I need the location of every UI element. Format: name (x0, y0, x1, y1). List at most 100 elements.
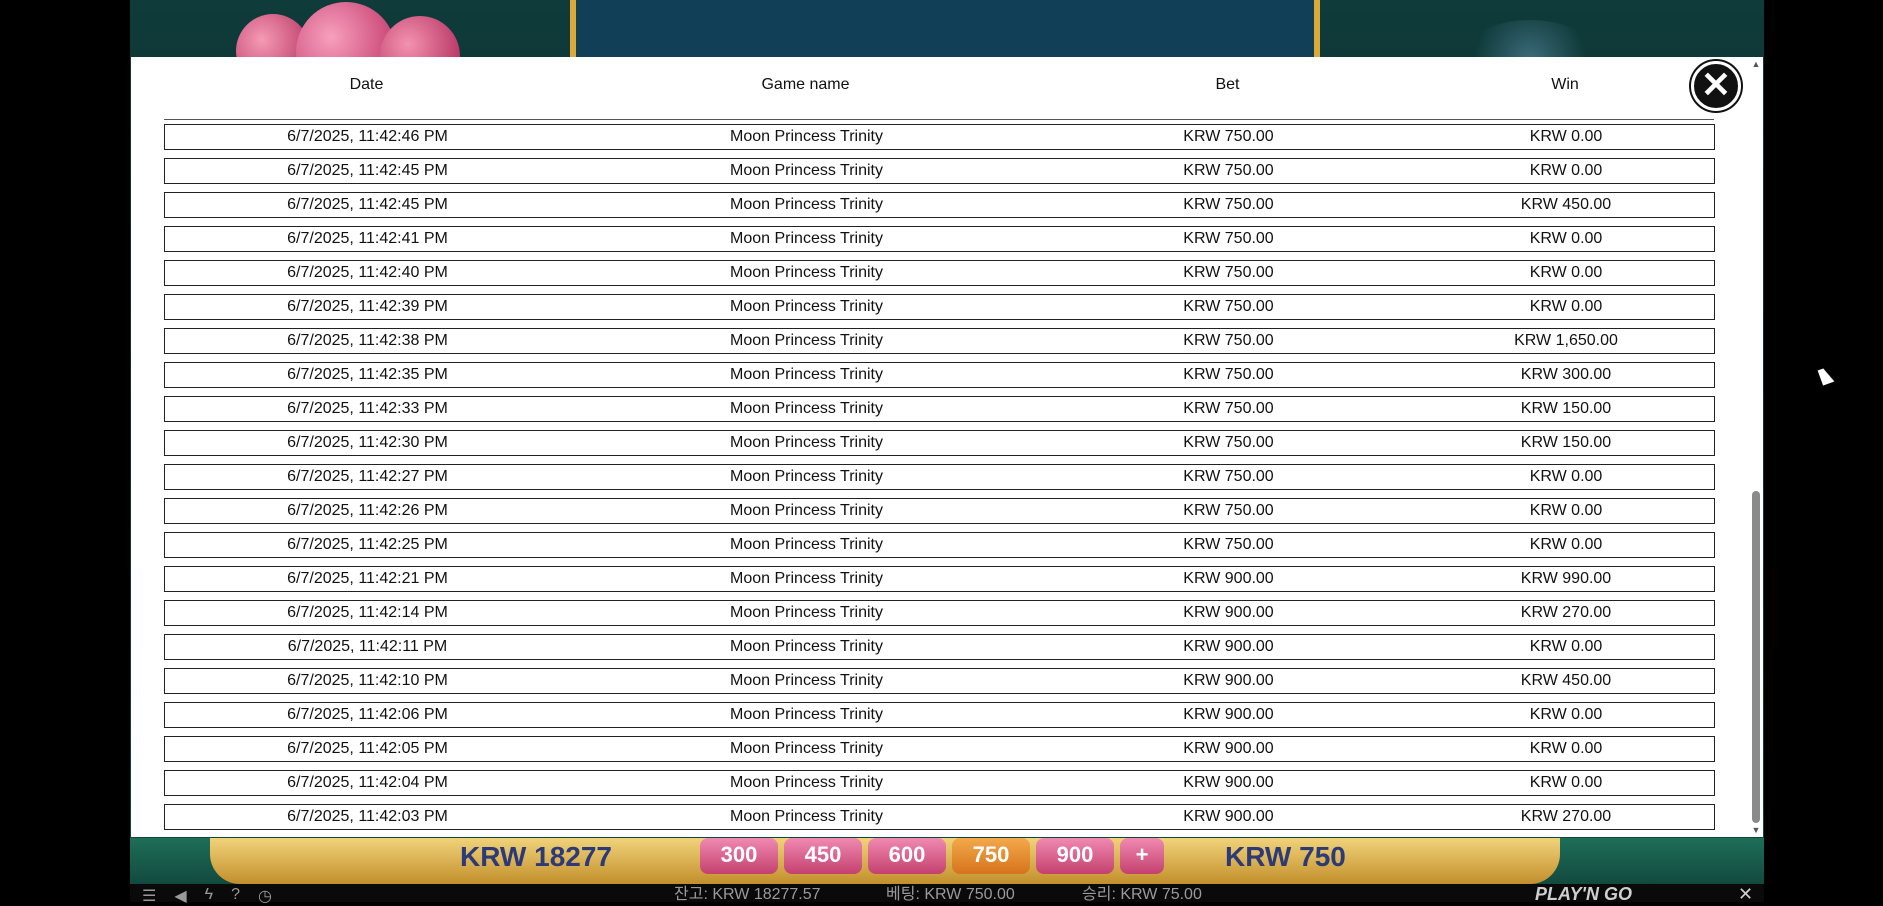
bet-chip[interactable]: 900 (1036, 838, 1114, 874)
cell-bet: KRW 750.00 (1183, 128, 1274, 145)
bet-chip[interactable]: 300 (700, 838, 778, 874)
cell-game-name: Moon Princess Trinity (730, 570, 883, 587)
cell-bet: KRW 900.00 (1183, 740, 1274, 757)
cell-win: KRW 1,650.00 (1514, 332, 1618, 349)
bet-selector: 300 450 600 750 900 + (700, 838, 1164, 874)
cell-bet: KRW 900.00 (1183, 808, 1274, 825)
cell-bet: KRW 750.00 (1183, 298, 1274, 315)
cell-game-name: Moon Princess Trinity (730, 706, 883, 723)
help-icon[interactable]: ? (231, 886, 240, 906)
cell-bet: KRW 750.00 (1183, 536, 1274, 553)
table-row[interactable]: 6/7/2025, 11:42:06 PM Moon Princess Trini… (164, 702, 1715, 728)
cell-bet: KRW 750.00 (1183, 434, 1274, 451)
cell-win: KRW 0.00 (1529, 468, 1603, 485)
cell-bet: KRW 750.00 (1183, 230, 1274, 247)
cell-game-name: Moon Princess Trinity (730, 332, 883, 349)
cell-win: KRW 0.00 (1529, 162, 1603, 179)
table-row[interactable]: 6/7/2025, 11:42:10 PM Moon Princess Trini… (164, 668, 1715, 694)
table-row[interactable]: 6/7/2025, 11:42:25 PM Moon Princess Trini… (164, 532, 1715, 558)
table-row[interactable]: 6/7/2025, 11:42:04 PM Moon Princess Trini… (164, 770, 1715, 796)
table-row[interactable]: 6/7/2025, 11:42:11 PM Moon Princess Trini… (164, 634, 1715, 660)
status-bar: ☰ ◀ ϟ ? ◷ 잔고: KRW 18277.57 베팅: KRW 750.0… (130, 884, 1764, 905)
table-row[interactable]: 6/7/2025, 11:42:35 PM Moon Princess Trini… (164, 362, 1715, 388)
cell-bet: KRW 750.00 (1183, 468, 1274, 485)
bet-chip[interactable]: 750 (952, 838, 1030, 874)
turbo-icon[interactable]: ϟ (205, 886, 213, 906)
column-header-game-name[interactable]: Game name (569, 57, 1042, 113)
table-row[interactable]: 6/7/2025, 11:42:39 PM Moon Princess Trini… (164, 294, 1715, 320)
cell-game-name: Moon Princess Trinity (730, 468, 883, 485)
close-button[interactable]: ✕ (1691, 61, 1741, 111)
bet-chip[interactable]: 450 (784, 838, 862, 874)
scrollbar[interactable]: ▲ ▼ (1749, 57, 1763, 837)
cell-bet: KRW 900.00 (1183, 706, 1274, 723)
status-icons: ☰ ◀ ϟ ? ◷ (142, 886, 272, 906)
cell-date: 6/7/2025, 11:42:06 PM (287, 706, 448, 723)
table-row[interactable]: 6/7/2025, 11:42:21 PM Moon Princess Trini… (164, 566, 1715, 592)
table-row[interactable]: 6/7/2025, 11:42:45 PM Moon Princess Trini… (164, 158, 1715, 184)
cell-date: 6/7/2025, 11:42:14 PM (287, 604, 448, 621)
cell-win: KRW 0.00 (1529, 706, 1603, 723)
sound-icon[interactable]: ◀ (174, 886, 186, 906)
cell-game-name: Moon Princess Trinity (730, 162, 883, 179)
table-row[interactable]: 6/7/2025, 11:42:46 PM Moon Princess Trini… (164, 124, 1715, 150)
cell-win: KRW 0.00 (1529, 502, 1603, 519)
cell-game-name: Moon Princess Trinity (730, 536, 883, 553)
bet-chip[interactable]: 600 (868, 838, 946, 874)
cell-date: 6/7/2025, 11:42:46 PM (287, 128, 448, 145)
cell-game-name: Moon Princess Trinity (730, 638, 883, 655)
cell-game-name: Moon Princess Trinity (730, 672, 883, 689)
cell-date: 6/7/2025, 11:42:33 PM (287, 400, 448, 417)
cell-date: 6/7/2025, 11:42:45 PM (287, 196, 448, 213)
column-header-win[interactable]: Win (1413, 57, 1717, 113)
bet-display: KRW 750 (1225, 841, 1346, 872)
cell-win: KRW 150.00 (1520, 434, 1612, 451)
increase-bet-button[interactable]: + (1120, 838, 1164, 874)
cell-game-name: Moon Princess Trinity (730, 400, 883, 417)
table-row[interactable]: 6/7/2025, 11:42:26 PM Moon Princess Trini… (164, 498, 1715, 524)
table-row[interactable]: 6/7/2025, 11:42:05 PM Moon Princess Trini… (164, 736, 1715, 762)
cell-game-name: Moon Princess Trinity (730, 230, 883, 247)
cell-game-name: Moon Princess Trinity (730, 264, 883, 281)
cell-date: 6/7/2025, 11:42:10 PM (287, 672, 448, 689)
status-win: 승리: KRW 75.00 (1082, 886, 1202, 903)
cell-win: KRW 270.00 (1520, 604, 1612, 621)
cell-date: 6/7/2025, 11:42:26 PM (287, 502, 448, 519)
table-row[interactable]: 6/7/2025, 11:42:03 PM Moon Princess Trini… (164, 804, 1715, 830)
cell-win: KRW 450.00 (1520, 196, 1612, 213)
cell-date: 6/7/2025, 11:42:03 PM (287, 808, 448, 825)
table-row[interactable]: 6/7/2025, 11:42:38 PM Moon Princess Trini… (164, 328, 1715, 354)
cell-date: 6/7/2025, 11:42:35 PM (287, 366, 448, 383)
table-row[interactable]: 6/7/2025, 11:42:40 PM Moon Princess Trini… (164, 260, 1715, 286)
cell-game-name: Moon Princess Trinity (730, 298, 883, 315)
table-row[interactable]: 6/7/2025, 11:42:45 PM Moon Princess Trini… (164, 192, 1715, 218)
scroll-down-arrow-icon[interactable]: ▼ (1751, 825, 1761, 835)
cell-bet: KRW 750.00 (1183, 502, 1274, 519)
cell-bet: KRW 900.00 (1183, 570, 1274, 587)
table-row[interactable]: 6/7/2025, 11:42:33 PM Moon Princess Trini… (164, 396, 1715, 422)
cell-win: KRW 270.00 (1520, 808, 1612, 825)
column-header-bet[interactable]: Bet (1042, 57, 1413, 113)
status-bet: 베팅: KRW 750.00 (886, 886, 1015, 903)
cell-game-name: Moon Princess Trinity (730, 774, 883, 791)
menu-icon[interactable]: ☰ (142, 886, 156, 906)
table-row[interactable]: 6/7/2025, 11:42:27 PM Moon Princess Trini… (164, 464, 1715, 490)
cell-bet: KRW 900.00 (1183, 672, 1274, 689)
scroll-up-arrow-icon[interactable]: ▲ (1751, 59, 1761, 69)
column-header-date[interactable]: Date (164, 57, 569, 113)
table-row[interactable]: 6/7/2025, 11:42:41 PM Moon Princess Trini… (164, 226, 1715, 252)
cell-date: 6/7/2025, 11:42:21 PM (287, 570, 448, 587)
history-icon[interactable]: ◷ (258, 886, 272, 906)
cell-bet: KRW 750.00 (1183, 366, 1274, 383)
cell-win: KRW 0.00 (1529, 128, 1603, 145)
table-row[interactable]: 6/7/2025, 11:42:14 PM Moon Princess Trini… (164, 600, 1715, 626)
cell-win: KRW 0.00 (1529, 638, 1603, 655)
cell-win: KRW 0.00 (1529, 264, 1603, 281)
scroll-thumb[interactable] (1752, 491, 1760, 823)
cell-win: KRW 450.00 (1520, 672, 1612, 689)
cell-game-name: Moon Princess Trinity (730, 366, 883, 383)
cell-date: 6/7/2025, 11:42:27 PM (287, 468, 448, 485)
history-table-body: 6/7/2025, 11:42:46 PM Moon Princess Trini… (164, 124, 1715, 838)
cell-win: KRW 0.00 (1529, 298, 1603, 315)
table-row[interactable]: 6/7/2025, 11:42:30 PM Moon Princess Trini… (164, 430, 1715, 456)
